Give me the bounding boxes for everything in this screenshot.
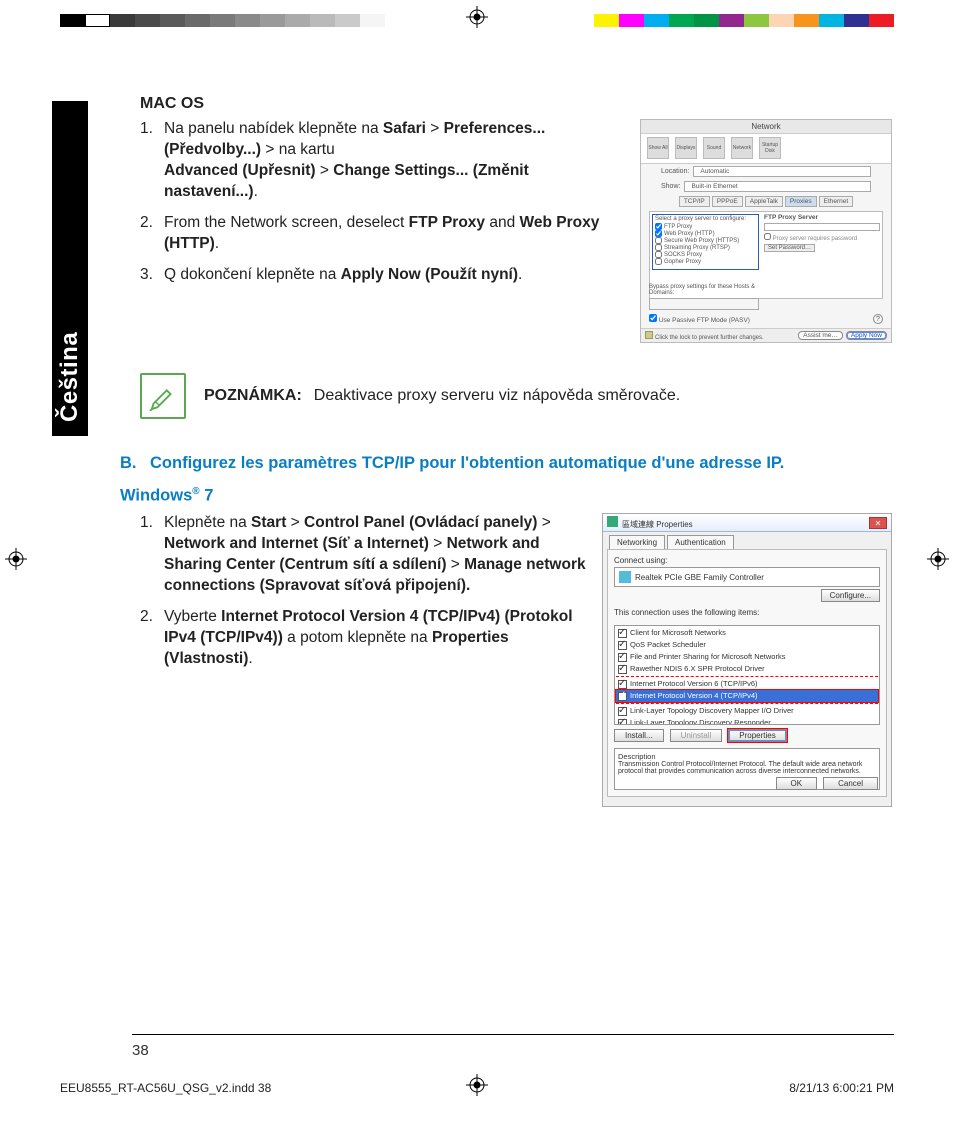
win7-steps: Klepněte na Start > Control Panel (Ovlád… bbox=[140, 513, 588, 669]
web-proxy-checkbox[interactable] bbox=[655, 230, 662, 237]
win-title: 區域連線 Properties bbox=[622, 520, 693, 529]
print-swatches-left bbox=[60, 14, 385, 27]
show-label: Show: bbox=[661, 183, 680, 190]
macos-step-1: Na panelu nabídek klepněte na Safari > P… bbox=[140, 119, 626, 203]
adapter-box: Realtek PCIe GBE Family Controller bbox=[614, 567, 880, 587]
tab-ethernet[interactable]: Ethernet bbox=[819, 196, 854, 207]
page-content: Čeština MAC OS Na panelu nabídek klepnět… bbox=[60, 95, 894, 1063]
doc-footer: EEU8555_RT-AC56U_QSG_v2.indd 38 8/21/13 … bbox=[60, 1081, 894, 1095]
registration-mark-icon bbox=[927, 548, 949, 570]
section-b-heading: B. Configurez les paramètres TCP/IP pour… bbox=[120, 453, 892, 474]
ftp-proxy-server-label: FTP Proxy Server bbox=[764, 214, 880, 221]
uninstall-button[interactable]: Uninstall bbox=[670, 729, 723, 742]
assist-button[interactable]: Assist me… bbox=[798, 331, 843, 340]
note-icon bbox=[140, 373, 186, 419]
macos-steps: Na panelu nabídek klepněte na Safari > P… bbox=[140, 119, 626, 285]
lock-icon[interactable] bbox=[645, 331, 653, 339]
macos-network-screenshot: Network Show All Displays Sound Network … bbox=[640, 119, 892, 343]
page-rule bbox=[132, 1034, 894, 1035]
show-select[interactable]: Built-in Ethernet bbox=[684, 181, 871, 192]
sound-icon[interactable]: Sound bbox=[703, 137, 725, 159]
macos-step-2: From the Network screen, deselect FTP Pr… bbox=[140, 213, 626, 255]
startupdisk-icon[interactable]: Startup Disk bbox=[759, 137, 781, 159]
adapter-icon bbox=[619, 571, 631, 583]
win7-step-2: Vyberte Internet Protocol Version 4 (TCP… bbox=[140, 607, 588, 670]
footer-left: EEU8555_RT-AC56U_QSG_v2.indd 38 bbox=[60, 1081, 271, 1095]
close-icon[interactable]: ✕ bbox=[869, 517, 887, 529]
bypass-input[interactable] bbox=[649, 298, 759, 310]
note-callout: POZNÁMKA: Deaktivace proxy serveru viz ná… bbox=[140, 373, 892, 419]
location-label: Location: bbox=[661, 168, 689, 175]
mac-toolbar: Show All Displays Sound Network Startup … bbox=[641, 134, 891, 164]
cancel-button[interactable]: Cancel bbox=[823, 777, 878, 790]
windows7-heading: Windows® 7 bbox=[120, 486, 892, 506]
tab-tcpip[interactable]: TCP/IP bbox=[679, 196, 710, 207]
print-swatches-right bbox=[594, 14, 894, 27]
items-listbox[interactable]: Client for Microsoft Networks QoS Packet… bbox=[614, 625, 880, 725]
footer-right: 8/21/13 6:00:21 PM bbox=[789, 1081, 894, 1095]
configure-button[interactable]: Configure... bbox=[821, 589, 880, 602]
tab-pppoe[interactable]: PPPoE bbox=[712, 196, 743, 207]
note-text: Deaktivace proxy serveru viz nápověda sm… bbox=[314, 387, 680, 404]
win7-step-1: Klepněte na Start > Control Panel (Ovlád… bbox=[140, 513, 588, 597]
mac-tabs: TCP/IP PPPoE AppleTalk Proxies Ethernet bbox=[641, 194, 891, 209]
apply-now-button[interactable]: Apply Now bbox=[846, 331, 887, 340]
showall-icon[interactable]: Show All bbox=[647, 137, 669, 159]
location-select[interactable]: Automatic bbox=[693, 166, 871, 177]
proxy-address-input[interactable] bbox=[764, 223, 880, 231]
set-password-button[interactable]: Set Password… bbox=[764, 244, 815, 252]
proxy-list: Select a proxy server to configure: FTP … bbox=[652, 214, 759, 270]
win7-properties-screenshot: 區域連線 Properties ✕ Networking Authenticat… bbox=[602, 513, 892, 807]
macos-heading: MAC OS bbox=[140, 95, 892, 113]
network-icon[interactable]: Network bbox=[731, 137, 753, 159]
tab-authentication[interactable]: Authentication bbox=[667, 535, 734, 549]
tab-networking[interactable]: Networking bbox=[609, 535, 665, 549]
info-icon[interactable]: ? bbox=[873, 314, 883, 324]
ftp-proxy-checkbox[interactable] bbox=[655, 223, 662, 230]
properties-button[interactable]: Properties bbox=[728, 729, 786, 742]
note-label: POZNÁMKA: bbox=[204, 387, 302, 404]
tcpipv4-item[interactable]: Internet Protocol Version 4 (TCP/IPv4) bbox=[616, 690, 878, 702]
displays-icon[interactable]: Displays bbox=[675, 137, 697, 159]
install-button[interactable]: Install... bbox=[614, 729, 664, 742]
page-number: 38 bbox=[132, 1042, 149, 1059]
nic-icon bbox=[607, 516, 618, 527]
registration-mark-icon bbox=[466, 6, 488, 28]
language-tab: Čeština bbox=[52, 101, 88, 436]
mac-window-title: Network bbox=[641, 120, 891, 134]
pasv-checkbox[interactable] bbox=[649, 314, 657, 322]
macos-step-3: Q dokončení klepněte na Apply Now (Použí… bbox=[140, 265, 626, 286]
registration-mark-icon bbox=[5, 548, 27, 570]
ok-button[interactable]: OK bbox=[776, 777, 818, 790]
tab-appletalk[interactable]: AppleTalk bbox=[745, 196, 783, 207]
tab-proxies[interactable]: Proxies bbox=[785, 196, 817, 207]
